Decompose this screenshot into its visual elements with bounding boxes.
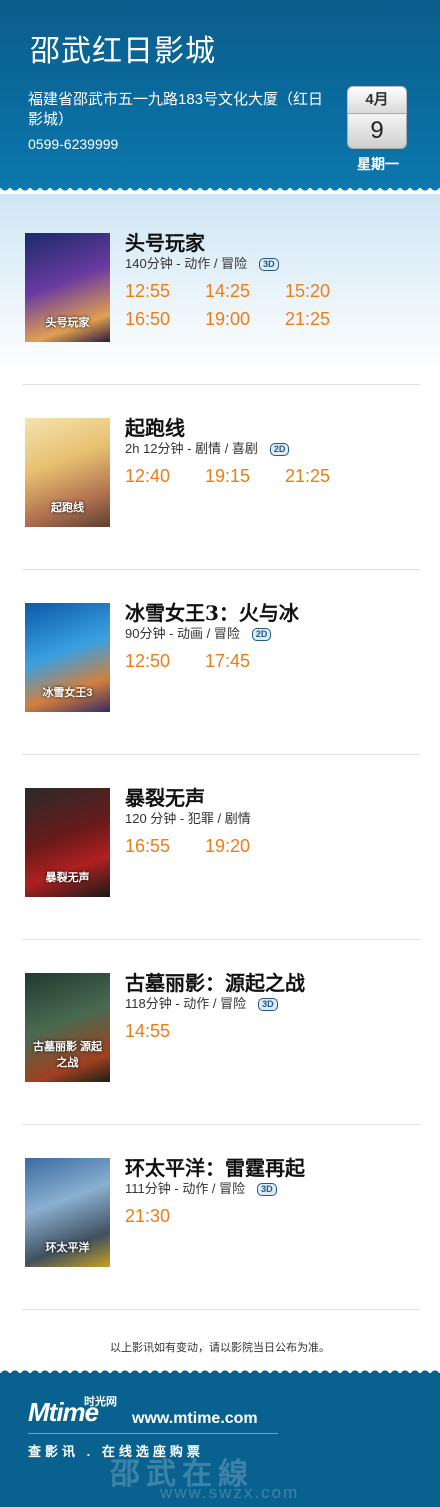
movie-poster[interactable]: 冰雪女王3 xyxy=(25,603,110,712)
poster-title: 头号玩家 xyxy=(45,317,90,329)
movie-meta-text: 140分钟 - 动作 / 冒险 xyxy=(125,256,248,271)
showtime[interactable]: 21:25 xyxy=(285,309,365,337)
calendar-month: 4月 xyxy=(347,86,407,113)
movie-meta-text: 111分钟 - 动作 / 冒险 xyxy=(125,1181,246,1196)
showtime[interactable]: 19:20 xyxy=(205,836,285,864)
cinema-name: 邵武红日影城 xyxy=(30,34,216,69)
showtime[interactable]: 21:30 xyxy=(125,1206,205,1234)
showtimes: 14:55 xyxy=(125,1021,425,1049)
notice-text: 以上影讯如有变动，请以影院当日公布为准。 xyxy=(110,1342,330,1354)
movie-item[interactable]: 冰雪女王3 冰雪女王3：火与冰 90分钟 - 动画 / 冒险 2D 12:50 17:45 xyxy=(22,565,420,750)
showtimes: 12:55 14:25 15:20 16:50 19:00 21:25 xyxy=(125,281,425,337)
showtime[interactable]: 15:20 xyxy=(285,281,365,309)
movie-item[interactable]: 环太平洋 环太平洋：雷霆再起 111分钟 - 动作 / 冒险 3D 21:30 xyxy=(22,1120,420,1305)
poster-title: 环太平洋 xyxy=(45,1242,90,1254)
movie-meta-text: 120 分钟 - 犯罪 / 剧情 xyxy=(125,811,251,826)
movie-meta-text: 90分钟 - 动画 / 冒险 xyxy=(125,626,240,641)
showtime[interactable]: 16:50 xyxy=(125,309,205,337)
movie-meta: 2h 12分钟 - 剧情 / 喜剧 2D xyxy=(125,438,290,457)
movie-title[interactable]: 暴裂无声 xyxy=(125,782,205,811)
movie-title[interactable]: 起跑线 xyxy=(125,412,185,441)
footer-divider xyxy=(28,1433,278,1434)
calendar-icon: 4月 9 xyxy=(347,86,407,149)
showtime[interactable]: 19:15 xyxy=(205,466,285,494)
movie-item[interactable]: 古墓丽影 源起之战 古墓丽影：源起之战 118分钟 - 动作 / 冒险 3D 14:55 xyxy=(22,935,420,1120)
movie-poster[interactable]: 起跑线 xyxy=(25,418,110,527)
movie-meta: 111分钟 - 动作 / 冒险 3D xyxy=(125,1178,277,1197)
mtime-logo-cn: 时光网 xyxy=(84,1396,117,1408)
movie-title[interactable]: 冰雪女王3：火与冰 xyxy=(125,597,299,626)
movie-meta-text: 118分钟 - 动作 / 冒险 xyxy=(125,996,247,1011)
showtime[interactable]: 17:45 xyxy=(205,651,285,679)
showtimes: 21:30 xyxy=(125,1206,425,1234)
showtimes: 12:50 17:45 xyxy=(125,651,425,679)
showtime[interactable]: 12:40 xyxy=(125,466,205,494)
movie-item[interactable]: 暴裂无声 暴裂无声 120 分钟 - 犯罪 / 剧情 16:55 19:20 xyxy=(22,750,420,935)
movie-title[interactable]: 环太平洋：雷霆再起 xyxy=(125,1152,305,1181)
movie-meta: 140分钟 - 动作 / 冒险 3D xyxy=(125,253,279,272)
weekday: 星期一 xyxy=(357,156,399,172)
showtime[interactable]: 14:25 xyxy=(205,281,285,309)
movie-divider xyxy=(22,1309,420,1310)
site-link[interactable]: www.mtime.com xyxy=(132,1410,258,1428)
movie-title[interactable]: 古墓丽影：源起之战 xyxy=(125,967,305,996)
calendar-day: 9 xyxy=(347,113,407,149)
movie-poster[interactable]: 环太平洋 xyxy=(25,1158,110,1267)
showtime[interactable]: 19:00 xyxy=(205,309,285,337)
cinema-address: 福建省邵武市五一九路183号文化大厦（红日影城） xyxy=(28,91,324,128)
footer: Mtime 时光网 www.mtime.com 查影讯 . 在线选座购票 邵武在… xyxy=(0,1365,440,1507)
movie-meta: 90分钟 - 动画 / 冒险 2D xyxy=(125,623,272,642)
footer-scallop-edge xyxy=(0,1365,440,1375)
movie-meta: 118分钟 - 动作 / 冒险 3D xyxy=(125,993,278,1012)
poster-title: 起跑线 xyxy=(51,502,84,514)
movie-poster[interactable]: 头号玩家 xyxy=(25,233,110,342)
showtime[interactable]: 12:55 xyxy=(125,281,205,309)
movie-meta: 120 分钟 - 犯罪 / 剧情 xyxy=(125,808,251,827)
format-badge: 2D xyxy=(251,628,272,642)
poster-title: 冰雪女王3 xyxy=(42,687,93,699)
movie-meta-text: 2h 12分钟 - 剧情 / 喜剧 xyxy=(125,441,258,456)
watermark-url: www.swzx.com xyxy=(160,1483,300,1502)
poster-title: 暴裂无声 xyxy=(45,872,90,884)
movie-item[interactable]: 头号玩家 头号玩家 140分钟 - 动作 / 冒险 3D 12:55 14:25 15:20… xyxy=(22,195,420,380)
format-badge: 2D xyxy=(269,443,290,457)
showtime[interactable]: 14:55 xyxy=(125,1021,205,1049)
format-badge: 3D xyxy=(257,1183,277,1197)
movie-poster[interactable]: 暴裂无声 xyxy=(25,788,110,897)
header: 邵武红日影城 福建省邵武市五一九路183号文化大厦（红日影城） 0599-623… xyxy=(0,0,440,188)
showtime[interactable]: 12:50 xyxy=(125,651,205,679)
format-badge: 3D xyxy=(259,258,279,272)
showtimes: 12:40 19:15 21:25 xyxy=(125,466,425,494)
movie-poster[interactable]: 古墓丽影 源起之战 xyxy=(25,973,110,1082)
format-badge: 3D xyxy=(258,998,278,1012)
movie-item[interactable]: 起跑线 起跑线 2h 12分钟 - 剧情 / 喜剧 2D 12:40 19:15 21:25 xyxy=(22,380,420,565)
movie-title[interactable]: 头号玩家 xyxy=(125,227,205,256)
showtime[interactable]: 16:55 xyxy=(125,836,205,864)
cinema-phone[interactable]: 0599-6239999 xyxy=(28,136,118,152)
showtimes: 16:55 19:20 xyxy=(125,836,425,864)
poster-title: 古墓丽影 源起之战 xyxy=(32,1041,103,1069)
showtime[interactable]: 21:25 xyxy=(285,466,365,494)
